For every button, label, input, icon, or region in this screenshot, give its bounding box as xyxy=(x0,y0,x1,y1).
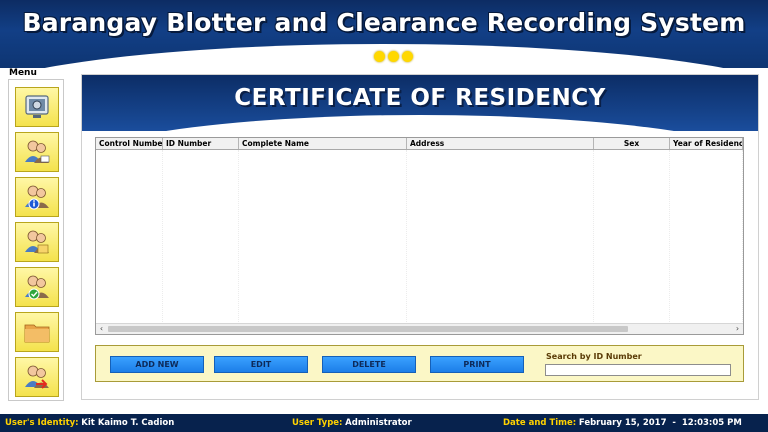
menu-button-blotter[interactable] xyxy=(15,132,59,172)
scroll-left-icon[interactable]: ‹ xyxy=(96,324,107,334)
user-type: User Type: Administrator xyxy=(292,414,412,432)
user-identity: User's Identity: Kit Kaimo T. Cadion xyxy=(5,414,174,432)
column-header-sex[interactable]: Sex xyxy=(594,138,670,149)
users-logout-icon xyxy=(25,365,49,389)
page-title: CERTIFICATE OF RESIDENCY xyxy=(234,85,606,111)
table-column xyxy=(96,150,163,322)
column-header-complete-name[interactable]: Complete Name xyxy=(239,138,407,149)
certificate-panel: CERTIFICATE OF RESIDENCY Control Number … xyxy=(81,74,759,400)
menu-panel xyxy=(8,79,64,401)
column-header-id-number[interactable]: ID Number xyxy=(163,138,239,149)
users-check-icon xyxy=(25,275,49,300)
scroll-right-icon[interactable]: › xyxy=(732,324,743,334)
horizontal-scrollbar[interactable]: ‹ › xyxy=(96,323,743,334)
table-column xyxy=(670,150,743,322)
table-header: Control Number ID Number Complete Name A… xyxy=(96,138,743,150)
column-header-address[interactable]: Address xyxy=(407,138,594,149)
banner-dot xyxy=(402,51,413,62)
user-identity-value: Kit Kaimo T. Cadion xyxy=(81,418,175,428)
menu-button-folder[interactable] xyxy=(15,312,59,352)
date-time: Date and Time: February 15, 2017 - 12:03… xyxy=(503,414,742,432)
table-body[interactable] xyxy=(96,150,743,322)
add-new-button[interactable]: ADD NEW xyxy=(110,356,204,373)
menu-label: Menu xyxy=(9,68,37,78)
edit-button[interactable]: EDIT xyxy=(214,356,308,373)
user-identity-label: User's Identity: xyxy=(5,418,79,428)
residency-table[interactable]: Control Number ID Number Complete Name A… xyxy=(95,137,744,335)
folder-icon xyxy=(24,324,50,343)
search-label: Search by ID Number xyxy=(546,352,642,361)
table-column xyxy=(594,150,670,322)
menu-button-clearance[interactable] xyxy=(15,267,59,307)
column-header-control-number[interactable]: Control Number xyxy=(96,138,163,149)
banner-dot xyxy=(388,51,399,62)
users-document-icon xyxy=(25,230,49,254)
monitor-settings-icon xyxy=(25,95,49,118)
search-input[interactable] xyxy=(545,364,731,376)
delete-button[interactable]: DELETE xyxy=(322,356,416,373)
date-time-label: Date and Time: xyxy=(503,418,577,428)
date-time-value: February 15, 2017 - 12:03:05 PM xyxy=(578,418,742,428)
column-header-year-of-residency[interactable]: Year of Residency xyxy=(670,138,743,149)
scrollbar-thumb[interactable] xyxy=(108,326,628,332)
app-title: Barangay Blotter and Clearance Recording… xyxy=(22,8,746,37)
banner-dots xyxy=(374,51,413,62)
action-bar: ADD NEW EDIT DELETE PRINT Search by ID N… xyxy=(95,345,744,382)
menu-button-info[interactable] xyxy=(15,177,59,217)
menu-button-dashboard[interactable] xyxy=(15,87,59,127)
banner-dot xyxy=(374,51,385,62)
user-type-label: User Type: xyxy=(292,418,343,428)
print-button[interactable]: PRINT xyxy=(430,356,524,373)
table-column xyxy=(163,150,239,322)
panel-header: CERTIFICATE OF RESIDENCY xyxy=(82,75,758,131)
status-bar: User's Identity: Kit Kaimo T. Cadion Use… xyxy=(0,414,768,432)
table-column xyxy=(407,150,594,322)
menu-button-logout[interactable] xyxy=(15,357,59,397)
users-info-icon xyxy=(25,185,49,210)
user-type-value: Administrator xyxy=(345,418,412,428)
app-banner: Barangay Blotter and Clearance Recording… xyxy=(0,0,768,68)
users-edit-icon xyxy=(25,140,50,163)
menu-button-records[interactable] xyxy=(15,222,59,262)
table-column xyxy=(239,150,407,322)
